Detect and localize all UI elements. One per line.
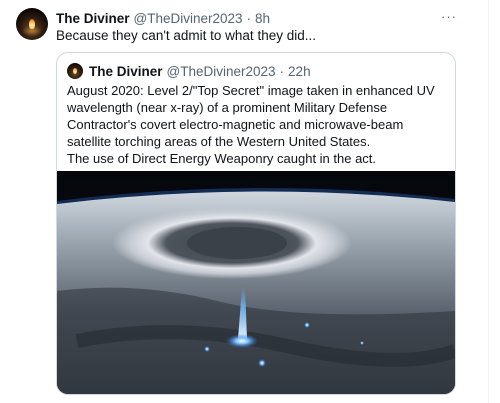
candle-flame-icon bbox=[73, 68, 77, 74]
quoted-tweet-header: The Diviner @TheDiviner2023 · 22h bbox=[67, 62, 311, 80]
tweet[interactable]: The Diviner @TheDiviner2023 · 8h ··· Bec… bbox=[0, 0, 488, 403]
quoted-author-handle[interactable]: @TheDiviner2023 bbox=[167, 64, 276, 79]
author-avatar[interactable] bbox=[16, 8, 48, 40]
candle-flame-icon bbox=[29, 19, 35, 29]
author-handle[interactable]: @TheDiviner2023 bbox=[134, 11, 243, 26]
quoted-tweet-text-paragraph-2: The use of Direct Energy Weaponry caught… bbox=[67, 151, 377, 166]
quoted-author-name[interactable]: The Diviner bbox=[89, 64, 163, 79]
tweet-text: Because they can't admit to what they di… bbox=[56, 28, 316, 43]
quoted-tweet-text: August 2020: Level 2/"Top Secret" image … bbox=[67, 82, 449, 167]
more-options-icon[interactable]: ··· bbox=[437, 6, 461, 26]
separator-dot: · bbox=[279, 63, 285, 79]
quoted-tweet-timestamp[interactable]: 22h bbox=[288, 64, 311, 79]
separator-dot: · bbox=[246, 10, 252, 26]
quoted-tweet[interactable]: The Diviner @TheDiviner2023 · 22h August… bbox=[56, 52, 456, 395]
sidebar-edge bbox=[489, 0, 500, 403]
tweet-header: The Diviner @TheDiviner2023 · 8h bbox=[56, 9, 270, 27]
author-name[interactable]: The Diviner bbox=[56, 11, 130, 26]
quoted-tweet-image[interactable] bbox=[57, 171, 455, 394]
quoted-author-avatar[interactable] bbox=[67, 63, 83, 79]
earth-from-space-image bbox=[57, 171, 455, 394]
quoted-tweet-text-paragraph-1: August 2020: Level 2/"Top Secret" image … bbox=[67, 83, 435, 149]
tweet-timestamp[interactable]: 8h bbox=[255, 11, 270, 26]
